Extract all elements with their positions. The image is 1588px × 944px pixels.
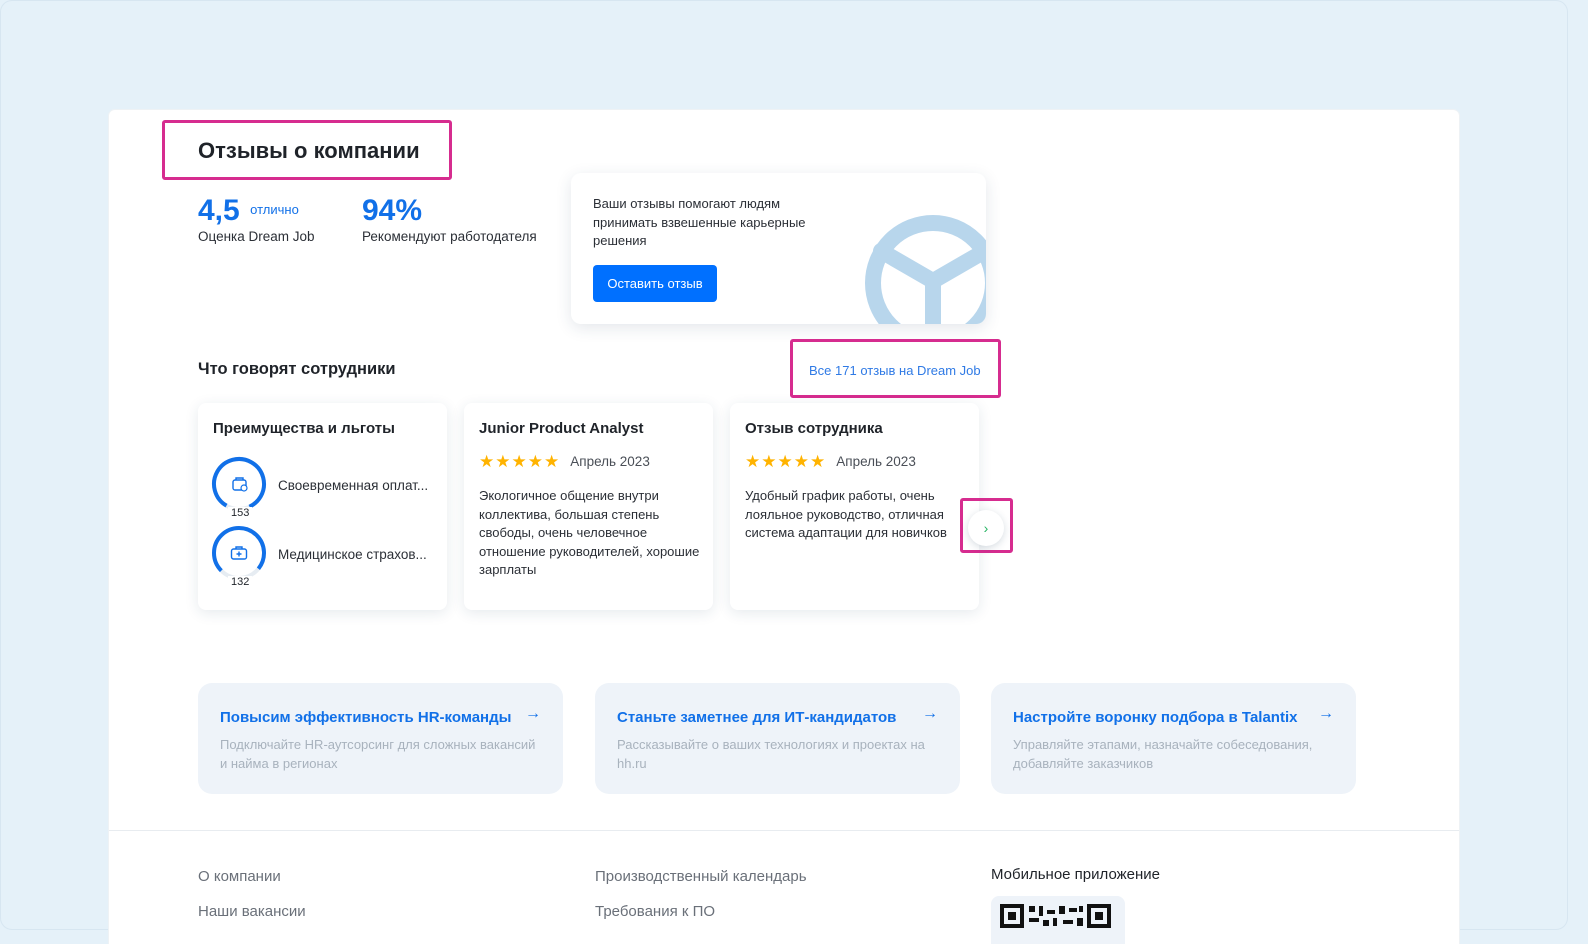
star-icon: ★	[810, 452, 826, 471]
all-reviews-link[interactable]: Все 171 отзыв на Dream Job	[809, 363, 981, 378]
mobile-app-title: Мобильное приложение	[991, 866, 1160, 883]
review-date: Апрель 2023	[836, 454, 916, 469]
review-card[interactable]: Отзыв сотрудника ★ ★ ★ ★ ★ Апрель 2023 У…	[730, 403, 979, 610]
rating-label: Оценка Dream Job	[198, 229, 315, 244]
feature-card-it[interactable]: Станьте заметнее для ИТ-кандидатов → Рас…	[595, 683, 960, 794]
leave-review-promo: Ваши отзывы помогают людям принимать взв…	[571, 173, 986, 324]
footer-link-requirements[interactable]: Требования к ПО	[595, 903, 715, 920]
card-title: Junior Product Analyst	[479, 420, 644, 437]
feature-card-hr[interactable]: Повысим эффективность HR-команды → Подкл…	[198, 683, 563, 794]
recommend-value: 94%	[362, 194, 423, 227]
star-icon: ★	[793, 452, 809, 471]
page-title: Отзывы о компании	[198, 138, 420, 163]
star-icon: ★	[495, 452, 511, 471]
star-icon: ★	[544, 452, 560, 471]
star-icon: ★	[527, 452, 543, 471]
recommend-stat: 94% Рекомендуют работодателя	[362, 194, 537, 244]
feature-title: Настройте воронку подбора в Talantix	[1013, 709, 1298, 726]
feature-card-talantix[interactable]: Настройте воронку подбора в Talantix → У…	[991, 683, 1356, 794]
card-title: Отзыв сотрудника	[745, 420, 883, 437]
rating-value: 4,5	[198, 194, 240, 227]
qr-code[interactable]	[991, 896, 1125, 944]
chevron-right-icon: ›	[983, 520, 989, 536]
star-icon: ★	[761, 452, 777, 471]
feature-description: Управляйте этапами, назначайте собеседов…	[1013, 737, 1313, 771]
card-title: Преимущества и льготы	[213, 420, 395, 437]
star-icon: ★	[511, 452, 527, 471]
footer-divider	[109, 830, 1459, 831]
benefits-card[interactable]: Преимущества и льготы 153 Своевременная …	[198, 403, 447, 610]
feature-title: Станьте заметнее для ИТ-кандидатов	[617, 709, 897, 726]
recommend-label: Рекомендуют работодателя	[362, 229, 537, 244]
review-text: Экологичное общение внутри коллектива, б…	[479, 488, 700, 577]
footer-link-vacancies[interactable]: Наши вакансии	[198, 903, 306, 920]
footer-link-calendar[interactable]: Производственный календарь	[595, 868, 807, 885]
promo-text: Ваши отзывы помогают людям принимать взв…	[593, 196, 806, 248]
star-icon: ★	[745, 452, 761, 471]
medical-case-icon	[230, 546, 248, 560]
star-icon: ★	[479, 452, 495, 471]
star-rating: ★ ★ ★ ★ ★ Апрель 2023	[479, 453, 650, 470]
arrow-right-icon: →	[1318, 705, 1334, 722]
review-date: Апрель 2023	[570, 454, 650, 469]
feature-description: Рассказывайте о ваших технологиях и прое…	[617, 737, 925, 771]
company-reviews-panel: Отзывы о компании 4,5 отлично Оценка Dre…	[109, 110, 1459, 944]
benefit-count: 132	[228, 576, 253, 589]
review-card[interactable]: Junior Product Analyst ★ ★ ★ ★ ★ Апрель …	[464, 403, 713, 610]
review-text: Удобный график работы, очень лояльное ру…	[745, 488, 947, 540]
benefit-count: 153	[228, 507, 253, 520]
dream-job-logo-icon	[865, 215, 986, 324]
qr-code-icon	[1000, 904, 1111, 928]
rating-word: отлично	[250, 202, 299, 217]
star-rating: ★ ★ ★ ★ ★ Апрель 2023	[745, 453, 916, 470]
arrow-right-icon: →	[922, 705, 938, 722]
star-icon: ★	[777, 452, 793, 471]
wallet-icon	[232, 477, 248, 492]
employees-section-title: Что говорят сотрудники	[198, 360, 396, 378]
arrow-right-icon: →	[525, 705, 541, 722]
feature-title: Повысим эффективность HR-команды	[220, 709, 512, 726]
feature-description: Подключайте HR-аутсорсинг для сложных ва…	[220, 737, 536, 771]
leave-review-button[interactable]: Оставить отзыв	[593, 265, 717, 302]
footer-link-about[interactable]: О компании	[198, 868, 281, 885]
carousel-next-button[interactable]: ›	[968, 510, 1004, 546]
rating-stat: 4,5 отлично Оценка Dream Job	[198, 194, 315, 244]
benefit-label: Медицинское страхов...	[278, 547, 427, 562]
benefit-label: Своевременная оплат...	[278, 478, 429, 493]
